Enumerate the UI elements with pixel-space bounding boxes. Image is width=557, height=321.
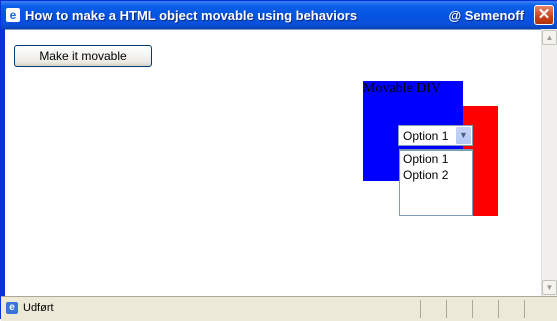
status-panel: [420, 300, 446, 318]
status-panel: [524, 300, 557, 318]
title-author: @ Semenoff: [448, 8, 524, 23]
status-panel: [472, 300, 498, 318]
page-icon: e: [6, 302, 18, 314]
list-item[interactable]: Option 2: [403, 168, 448, 182]
status-bar: e Udført: [1, 296, 557, 321]
scroll-up-button[interactable]: ▲: [542, 30, 557, 45]
chevron-down-icon[interactable]: ▼: [456, 127, 471, 144]
title-bar[interactable]: e How to make a HTML object movable usin…: [1, 1, 557, 29]
movable-div-label: Movable DIV: [363, 81, 442, 96]
arrow-down-icon: ▼: [545, 283, 554, 292]
option-listbox[interactable]: Option 1 Option 2: [399, 149, 473, 216]
scroll-down-button[interactable]: ▼: [542, 280, 557, 295]
list-item[interactable]: Option 1: [403, 152, 448, 166]
status-panel: [498, 300, 524, 318]
option-dropdown[interactable]: Option 1 ▼: [398, 125, 473, 146]
close-icon: ✕: [537, 6, 551, 23]
arrow-up-icon: ▲: [545, 33, 554, 42]
window-title: How to make a HTML object movable using …: [25, 8, 358, 23]
dropdown-selected-value: Option 1: [403, 129, 449, 143]
browser-window: e How to make a HTML object movable usin…: [0, 0, 557, 321]
make-movable-button[interactable]: Make it movable: [14, 45, 152, 67]
status-panel: [446, 300, 472, 318]
vertical-scrollbar[interactable]: ▲ ▼: [541, 29, 557, 296]
ie-icon: e: [6, 8, 20, 22]
status-text: Udført: [23, 302, 54, 314]
close-button[interactable]: ✕: [534, 5, 554, 25]
